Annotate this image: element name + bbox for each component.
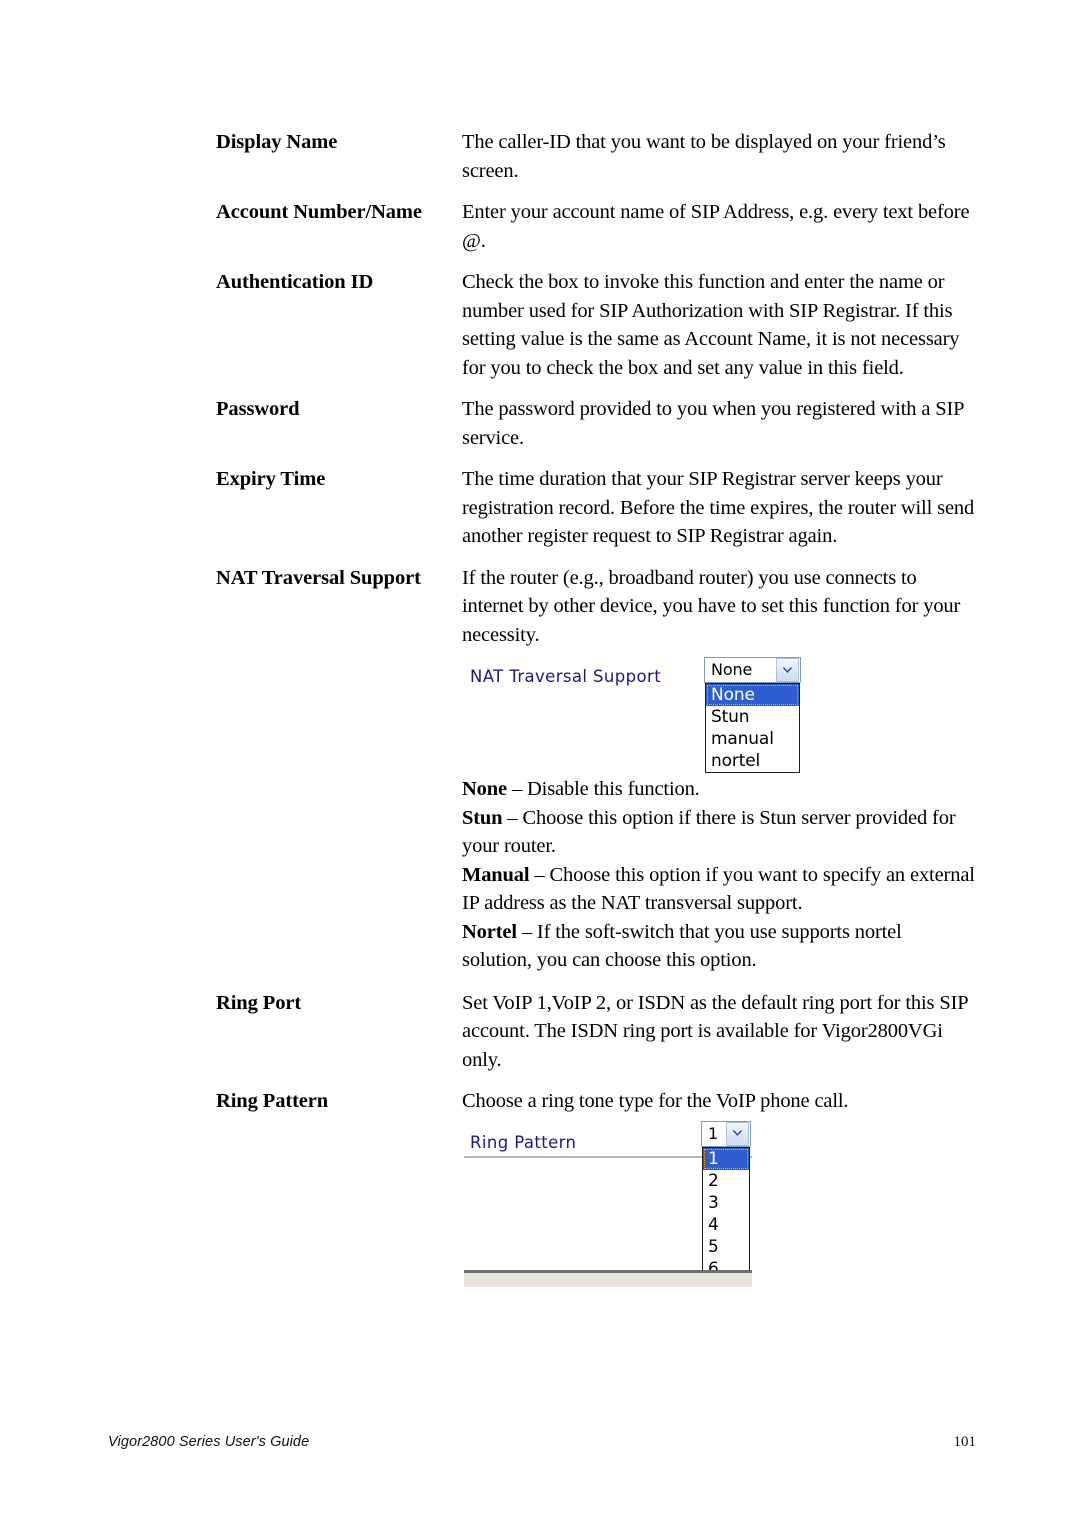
nat-option-manual-term: Manual [462, 863, 530, 886]
term-expiry-time: Expiry Time [216, 468, 326, 490]
nat-option-manual-desc: – Choose this option if you want to spec… [462, 863, 975, 915]
footer-band [464, 1272, 752, 1287]
term-nat-traversal-support: NAT Traversal Support [216, 566, 421, 589]
document-page: Display Name The caller-ID that you want… [0, 0, 1080, 1528]
nat-traversal-support-selected-value: None [711, 660, 753, 679]
nat-option-stun-desc: – Choose this option if there is Stun se… [462, 806, 956, 858]
definition-row: Expiry Time The time duration that your … [216, 465, 976, 551]
term-authentication-id: Authentication ID [216, 271, 374, 293]
chevron-down-icon[interactable] [776, 658, 799, 682]
nat-option-stun: Stun – Choose this option if there is St… [462, 804, 976, 861]
nat-option-none-term: None [462, 778, 507, 800]
definition-row: Account Number/Name Enter your account n… [216, 198, 976, 255]
description-ring-port: Set VoIP 1,VoIP 2, or ISDN as the defaul… [462, 991, 968, 1071]
ring-pattern-select[interactable]: 1 [701, 1120, 751, 1147]
definition-row: Ring Port Set VoIP 1,VoIP 2, or ISDN as … [216, 989, 976, 1075]
ring-pattern-widget: Ring Pattern 1 1 2 3 4 5 6 [462, 1120, 976, 1287]
content-area: Display Name The caller-ID that you want… [216, 128, 976, 1293]
option-item[interactable]: 3 [703, 1192, 749, 1214]
description-display-name: The caller-ID that you want to be displa… [462, 131, 946, 182]
term-ring-pattern: Ring Pattern [216, 1090, 329, 1112]
nat-option-nortel-desc: – If the soft-switch that you use suppor… [462, 920, 902, 972]
nat-traversal-support-label: NAT Traversal Support [470, 667, 662, 686]
definition-row: Password The password provided to you wh… [216, 395, 976, 452]
definition-row: Display Name The caller-ID that you want… [216, 128, 976, 185]
option-item[interactable]: Stun [706, 706, 799, 728]
chevron-down-icon[interactable] [726, 1121, 749, 1146]
description-nat-traversal-support-block: If the router (e.g., broadband router) y… [462, 564, 976, 975]
option-item[interactable]: 4 [703, 1214, 749, 1236]
description-authentication-id: Check the box to invoke this function an… [462, 271, 960, 379]
description-nat-traversal-support: If the router (e.g., broadband router) y… [462, 566, 961, 646]
option-item[interactable]: 2 [703, 1170, 749, 1192]
term-account-number-name: Account Number/Name [216, 201, 422, 223]
option-item[interactable]: manual [706, 728, 799, 750]
option-item[interactable]: nortel [706, 750, 799, 772]
option-item[interactable]: 5 [703, 1236, 749, 1258]
definition-row: Authentication ID Check the box to invok… [216, 268, 976, 382]
term-password: Password [216, 398, 300, 420]
definition-row: Ring Pattern Choose a ring tone type for… [216, 1087, 976, 1287]
nat-traversal-support-widget: NAT Traversal Support None None Stun man… [462, 655, 976, 773]
nat-option-none: None – Disable this function. [462, 775, 976, 804]
page-footer: Vigor2800 Series User's Guide 101 [108, 1434, 976, 1451]
description-ring-pattern: Choose a ring tone type for the VoIP pho… [462, 1090, 849, 1112]
nat-traversal-support-select[interactable]: None [704, 657, 801, 683]
term-display-name: Display Name [216, 131, 338, 153]
term-ring-port: Ring Port [216, 991, 302, 1014]
definition-row: NAT Traversal Support If the router (e.g… [216, 564, 976, 975]
description-password: The password provided to you when you re… [462, 398, 964, 449]
ring-pattern-selected-value: 1 [708, 1123, 719, 1143]
description-account-number-name: Enter your account name of SIP Address, … [462, 201, 970, 252]
option-item[interactable]: None [706, 684, 799, 706]
nat-option-none-desc: – Disable this function. [511, 778, 700, 800]
footer-guide-title: Vigor2800 Series User's Guide [108, 1434, 310, 1450]
ring-pattern-label: Ring Pattern [470, 1132, 577, 1152]
description-ring-pattern-block: Choose a ring tone type for the VoIP pho… [462, 1087, 976, 1287]
footer-page-number: 101 [953, 1434, 977, 1450]
nat-option-stun-term: Stun [462, 806, 503, 829]
description-expiry-time: The time duration that your SIP Registra… [462, 468, 975, 547]
nat-option-explanations: None – Disable this function. Stun – Cho… [462, 775, 976, 975]
nat-option-manual: Manual – Choose this option if you want … [462, 861, 976, 918]
ring-pattern-option-list[interactable]: 1 2 3 4 5 6 [702, 1146, 750, 1281]
option-item[interactable]: 1 [703, 1147, 749, 1170]
nat-traversal-support-option-list[interactable]: None Stun manual nortel [705, 683, 800, 773]
nat-option-nortel-term: Nortel [462, 920, 517, 943]
nat-option-nortel: Nortel – If the soft-switch that you use… [462, 918, 976, 975]
